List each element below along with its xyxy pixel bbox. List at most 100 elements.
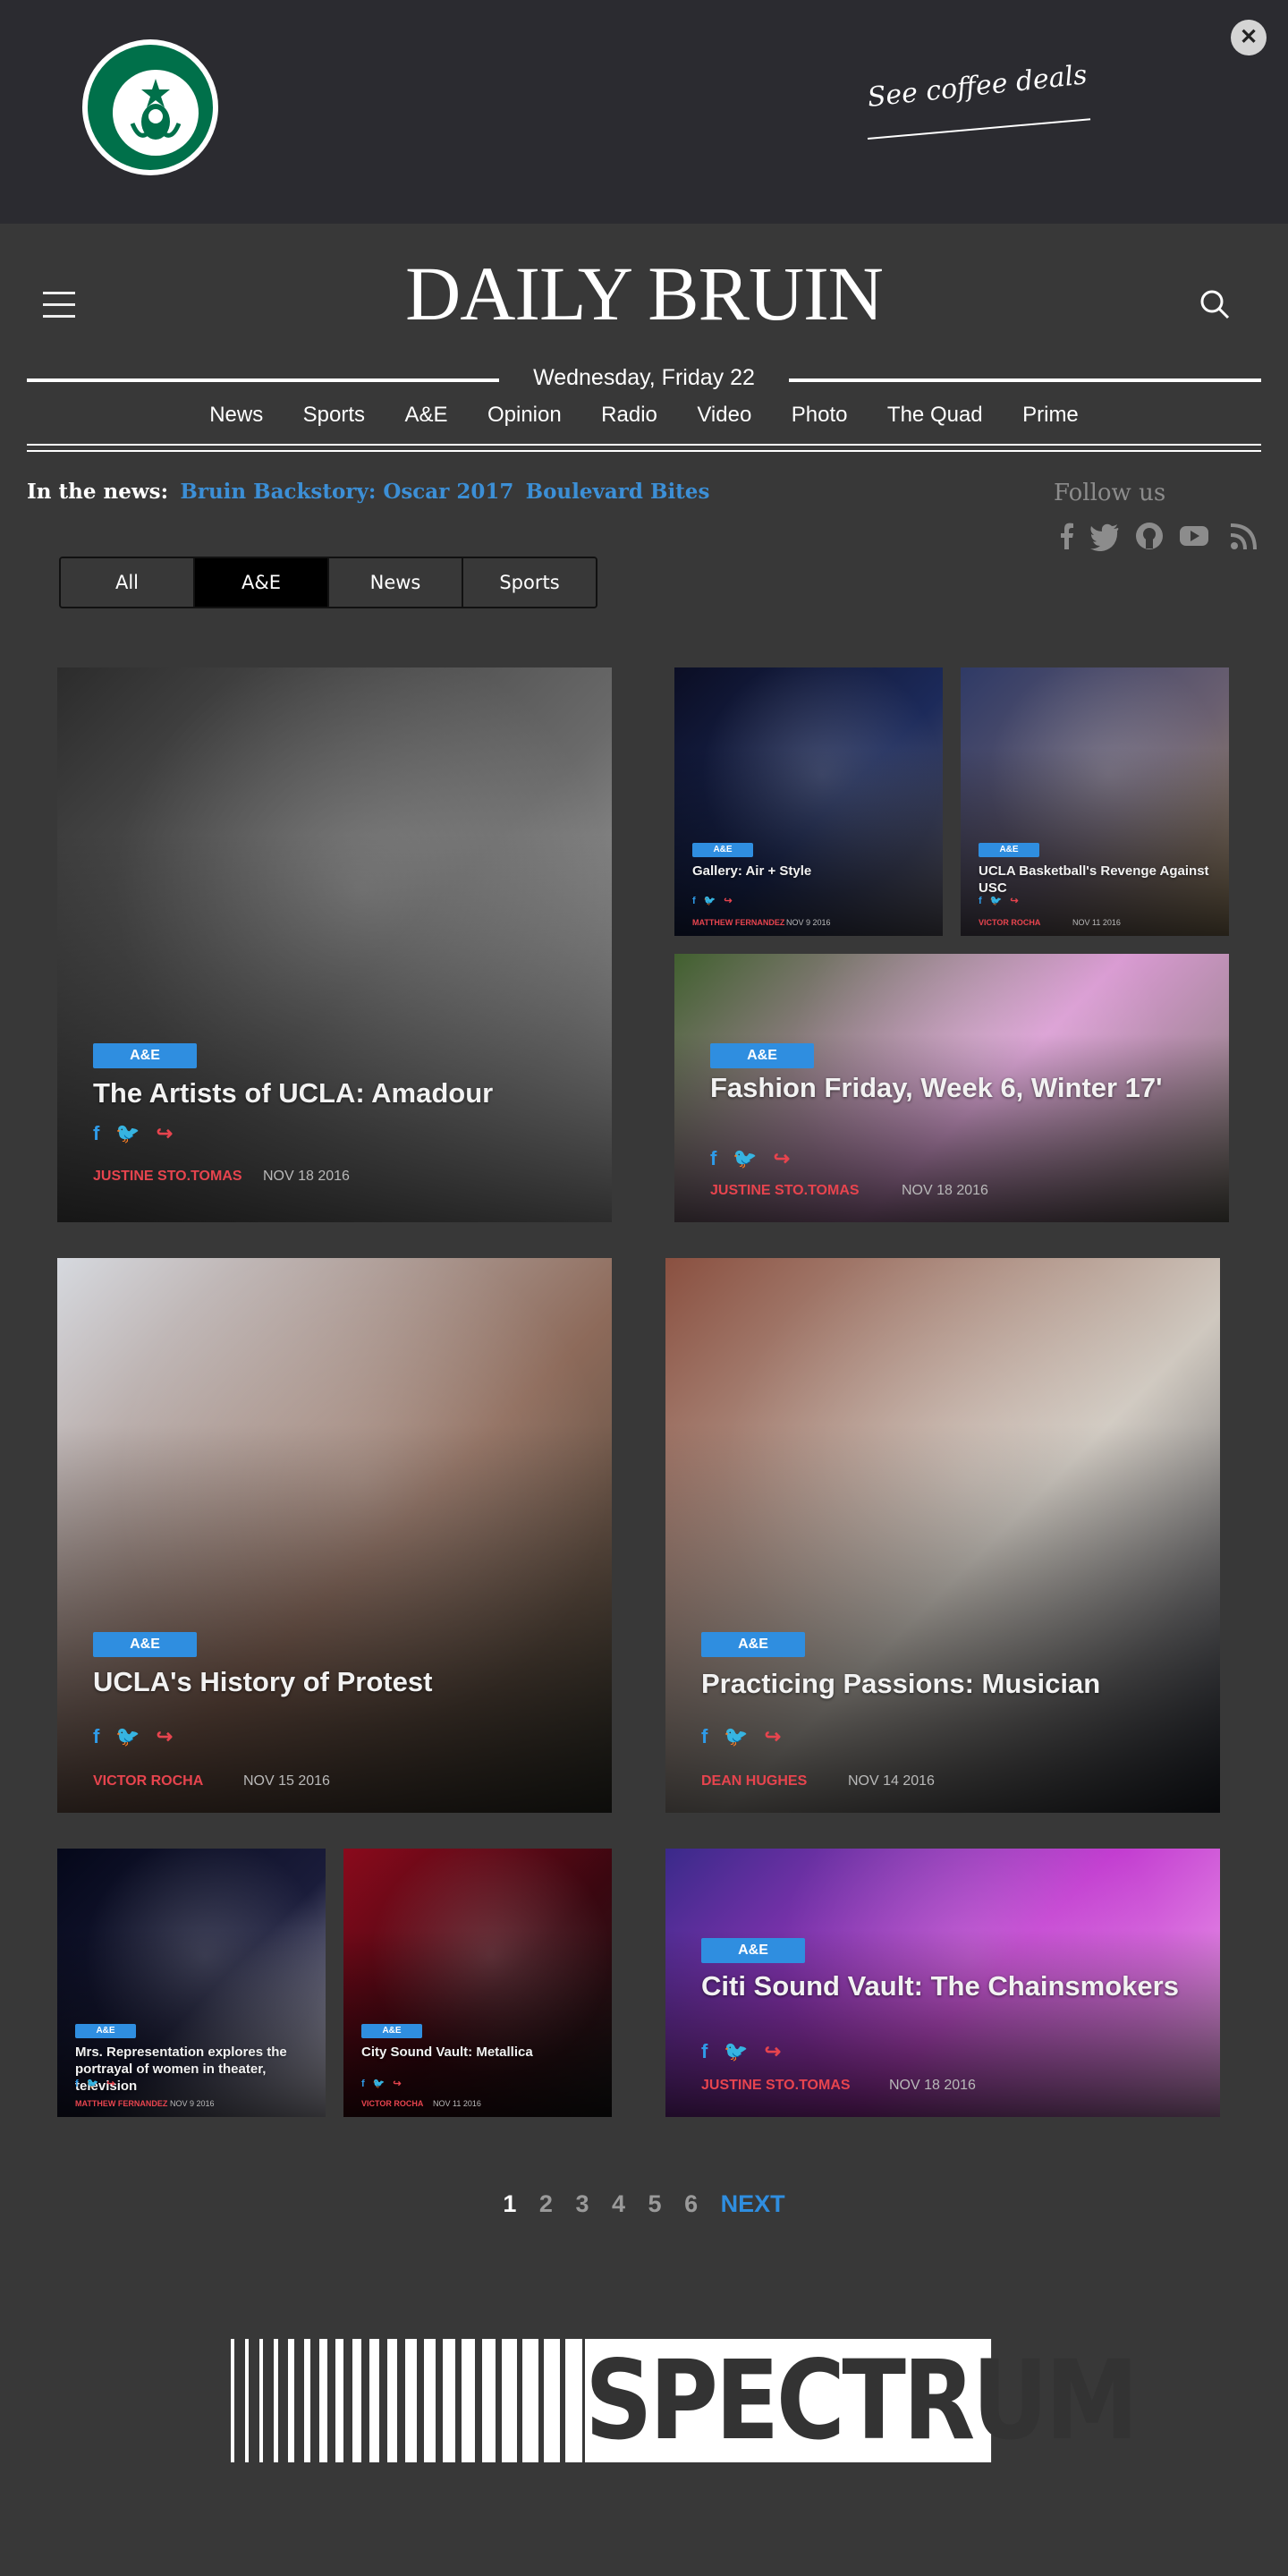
page-link[interactable]: 2 xyxy=(539,2190,553,2218)
article-card[interactable]: A&E City Sound Vault: Metallica f 🐦 ↪ VICTOR … xyxy=(343,1849,612,2117)
share-icon[interactable]: ↪ xyxy=(765,2040,781,2063)
nav-video[interactable]: Video xyxy=(697,403,751,428)
share-icons: f 🐦 ↪ xyxy=(93,1725,189,1748)
article-card[interactable]: A&E The Artists of UCLA: Amadour f 🐦 ↪ JUSTIN… xyxy=(57,667,612,1222)
article-title[interactable]: UCLA Basketball's Revenge Against USC xyxy=(979,863,1220,897)
article-title[interactable]: Practicing Passions: Musician xyxy=(701,1668,1202,1700)
page-link[interactable]: 1 xyxy=(503,2190,516,2218)
news-link[interactable]: Boulevard Bites xyxy=(526,480,710,504)
facebook-share-icon[interactable]: f xyxy=(979,896,982,906)
search-icon[interactable] xyxy=(1199,288,1231,320)
article-author[interactable]: JUSTINE STO.TOMAS xyxy=(701,2078,851,2094)
share-icons: f 🐦 ↪ xyxy=(361,2078,410,2089)
facebook-share-icon[interactable]: f xyxy=(710,1147,716,1170)
news-link[interactable]: Bruin Backstory: Oscar 2017 xyxy=(180,480,513,504)
facebook-share-icon[interactable]: f xyxy=(75,2079,79,2089)
category-tag[interactable]: A&E xyxy=(710,1043,814,1068)
article-author[interactable]: JUSTINE STO.TOMAS xyxy=(710,1183,860,1199)
article-card[interactable]: A&E Fashion Friday, Week 6, Winter 17' f 🐦 ↪… xyxy=(674,954,1229,1222)
facebook-share-icon[interactable]: f xyxy=(93,1122,99,1145)
twitter-share-icon[interactable]: 🐦 xyxy=(115,1122,140,1145)
article-author[interactable]: VICTOR ROCHA xyxy=(361,2099,423,2108)
page-link[interactable]: 5 xyxy=(648,2190,662,2218)
twitter-share-icon[interactable]: 🐦 xyxy=(704,895,716,906)
share-icon[interactable]: ↪ xyxy=(393,2078,401,2089)
share-icon[interactable]: ↪ xyxy=(1010,895,1018,906)
category-tag[interactable]: A&E xyxy=(979,843,1039,857)
article-date: NOV 14 2016 xyxy=(848,1773,935,1789)
ad-close-button[interactable]: ✕ xyxy=(1231,20,1267,55)
share-icon[interactable]: ↪ xyxy=(157,1122,173,1145)
nav-ae[interactable]: A&E xyxy=(405,403,448,428)
facebook-share-icon[interactable]: f xyxy=(701,1725,708,1748)
facebook-share-icon[interactable]: f xyxy=(701,2040,708,2063)
facebook-icon[interactable] xyxy=(1052,521,1082,551)
facebook-share-icon[interactable]: f xyxy=(692,896,696,906)
article-author[interactable]: VICTOR ROCHA xyxy=(979,918,1040,927)
facebook-share-icon[interactable]: f xyxy=(361,2079,365,2089)
nav-sports[interactable]: Sports xyxy=(303,403,365,428)
twitter-share-icon[interactable]: 🐦 xyxy=(724,2040,748,2063)
youtube-icon[interactable] xyxy=(1179,521,1209,551)
article-card[interactable]: A&E Gallery: Air + Style f 🐦 ↪ MATTHEW FERNAN… xyxy=(674,667,943,936)
article-author[interactable]: VICTOR ROCHA xyxy=(93,1773,203,1790)
article-card[interactable]: A&E Citi Sound Vault: The Chainsmokers f 🐦 ↪… xyxy=(665,1849,1220,2117)
article-title[interactable]: The Artists of UCLA: Amadour xyxy=(93,1077,594,1109)
category-tag[interactable]: A&E xyxy=(701,1938,805,1963)
twitter-share-icon[interactable]: 🐦 xyxy=(990,895,1003,906)
facebook-share-icon[interactable]: f xyxy=(93,1725,99,1748)
twitter-share-icon[interactable]: 🐦 xyxy=(733,1147,757,1170)
twitter-icon[interactable] xyxy=(1089,521,1120,552)
next-page-button[interactable]: NEXT xyxy=(721,2190,785,2218)
share-icon[interactable]: ↪ xyxy=(765,1725,781,1748)
nav-opinion[interactable]: Opinion xyxy=(487,403,562,428)
site-title[interactable]: DAILY BRUIN xyxy=(0,249,1288,338)
spectrum-logo[interactable]: SPECTRUM xyxy=(231,2339,1139,2462)
tab-ae[interactable]: A&E xyxy=(195,558,329,607)
tab-news[interactable]: News xyxy=(329,558,463,607)
coffee-deals-link[interactable]: See coffee deals xyxy=(866,59,1100,145)
tab-sports[interactable]: Sports xyxy=(463,558,596,607)
ad-banner[interactable]: See coffee deals ✕ xyxy=(0,0,1288,224)
category-tag[interactable]: A&E xyxy=(361,2024,422,2038)
category-tag[interactable]: A&E xyxy=(692,843,753,857)
nav-news[interactable]: News xyxy=(209,403,263,428)
category-tag[interactable]: A&E xyxy=(93,1632,197,1657)
article-author[interactable]: DEAN HUGHES xyxy=(701,1773,807,1790)
article-card[interactable]: A&E UCLA's History of Protest f 🐦 ↪ VICTOR RO… xyxy=(57,1258,612,1813)
article-card[interactable]: A&E UCLA Basketball's Revenge Against USC… xyxy=(961,667,1229,936)
page-link[interactable]: 3 xyxy=(575,2190,589,2218)
share-icon[interactable]: ↪ xyxy=(157,1725,173,1748)
article-title[interactable]: UCLA's History of Protest xyxy=(93,1666,594,1698)
article-card[interactable]: A&E Practicing Passions: Musician f 🐦 ↪ DEAN … xyxy=(665,1258,1220,1813)
rss-icon[interactable] xyxy=(1229,521,1259,551)
article-author[interactable]: JUSTINE STO.TOMAS xyxy=(93,1169,242,1185)
article-author[interactable]: MATTHEW FERNANDEZ xyxy=(75,2099,167,2108)
twitter-share-icon[interactable]: 🐦 xyxy=(87,2078,99,2089)
share-icon[interactable]: ↪ xyxy=(774,1147,790,1170)
twitter-share-icon[interactable]: 🐦 xyxy=(115,1725,140,1748)
article-title[interactable]: Fashion Friday, Week 6, Winter 17' xyxy=(710,1072,1211,1104)
article-author[interactable]: MATTHEW FERNANDEZ xyxy=(692,918,784,927)
share-icon[interactable]: ↪ xyxy=(106,2078,114,2089)
page-link[interactable]: 4 xyxy=(612,2190,625,2218)
twitter-share-icon[interactable]: 🐦 xyxy=(724,1725,748,1748)
article-card[interactable]: A&E Mrs. Representation explores the port… xyxy=(57,1849,326,2117)
article-title[interactable]: Gallery: Air + Style xyxy=(692,863,934,880)
twitter-share-icon[interactable]: 🐦 xyxy=(373,2078,386,2089)
nav-radio[interactable]: Radio xyxy=(601,403,657,428)
page-link[interactable]: 6 xyxy=(684,2190,698,2218)
tab-all[interactable]: All xyxy=(61,558,195,607)
github-icon[interactable] xyxy=(1134,521,1165,551)
nav-photo[interactable]: Photo xyxy=(792,403,848,428)
share-icon[interactable]: ↪ xyxy=(724,895,732,906)
article-title[interactable]: City Sound Vault: Metallica xyxy=(361,2044,603,2061)
barcode-stripe xyxy=(423,2339,436,2462)
nav-prime[interactable]: Prime xyxy=(1022,403,1079,428)
category-tag[interactable]: A&E xyxy=(701,1632,805,1657)
article-title[interactable]: Citi Sound Vault: The Chainsmokers xyxy=(701,1970,1202,2002)
barcode-stripe xyxy=(405,2339,417,2462)
category-tag[interactable]: A&E xyxy=(93,1043,197,1068)
nav-the-quad[interactable]: The Quad xyxy=(887,403,983,428)
category-tag[interactable]: A&E xyxy=(75,2024,136,2038)
